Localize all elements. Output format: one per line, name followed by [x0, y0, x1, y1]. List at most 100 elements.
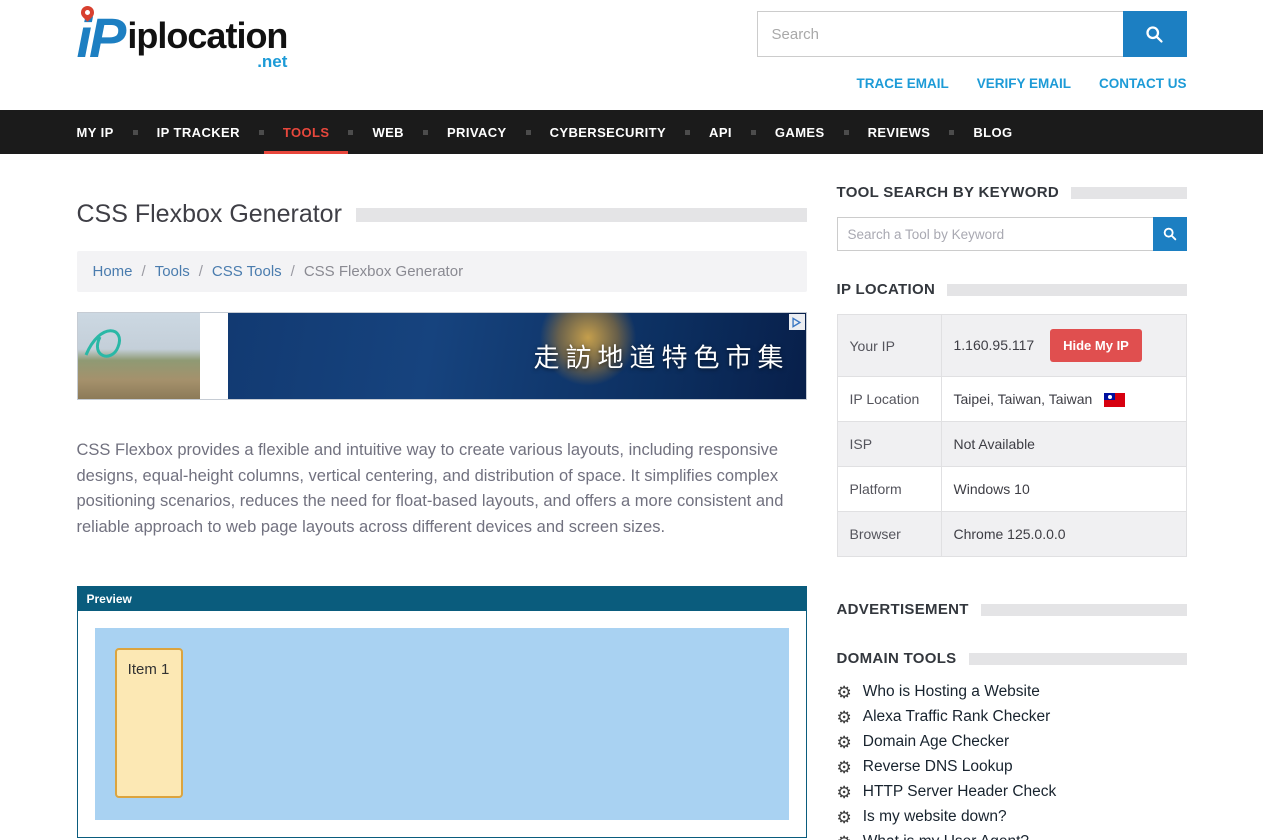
main-content: CSS Flexbox Generator Home / Tools / CSS Too…: [77, 184, 807, 840]
nav-item-tools[interactable]: TOOLS: [264, 110, 349, 154]
contact-us-link[interactable]: CONTACT US: [1099, 76, 1187, 91]
header-links: TRACE EMAIL VERIFY EMAIL CONTACT US: [757, 76, 1187, 91]
domain-tool-link[interactable]: Who is Hosting a Website: [863, 683, 1040, 701]
logo-word: iplocation: [127, 18, 287, 54]
domain-tools-list: ⚙ Who is Hosting a Website ⚙ Alexa Traff…: [837, 683, 1187, 840]
tool-description: CSS Flexbox provides a flexible and intu…: [77, 438, 807, 540]
ad-photo-main: 走訪地道特色市集: [228, 313, 806, 399]
nav-item-privacy[interactable]: PRIVACY: [428, 110, 526, 154]
your-ip-value-cell: 1.160.95.117 Hide My IP: [941, 315, 1186, 377]
search-icon: [1144, 24, 1165, 45]
location-pin-icon: [78, 3, 96, 21]
hide-my-ip-button[interactable]: Hide My IP: [1050, 329, 1142, 362]
list-item: ⚙ Domain Age Checker: [837, 733, 1187, 751]
nav-item-web[interactable]: WEB: [353, 110, 423, 154]
site-search-input[interactable]: [757, 11, 1123, 57]
breadcrumb-current: CSS Flexbox Generator: [304, 263, 463, 280]
browser-label: Browser: [837, 512, 941, 557]
gear-icon: ⚙: [837, 809, 852, 826]
your-ip-label: Your IP: [837, 315, 941, 377]
list-item: ⚙ Alexa Traffic Rank Checker: [837, 708, 1187, 726]
ad-gap: [200, 313, 228, 399]
list-item: ⚙ Reverse DNS Lookup: [837, 758, 1187, 776]
nav-item-ip-tracker[interactable]: IP TRACKER: [138, 110, 259, 154]
domain-tool-link[interactable]: HTTP Server Header Check: [863, 783, 1057, 801]
nav-item-games[interactable]: GAMES: [756, 110, 844, 154]
flexbox-preview: Preview Item 1: [77, 586, 807, 838]
table-row: Your IP 1.160.95.117 Hide My IP: [837, 315, 1186, 377]
domain-tool-link[interactable]: What is my User Agent?: [863, 833, 1029, 840]
ip-location-heading: IP LOCATION: [837, 281, 936, 298]
platform-value: Windows 10: [941, 467, 1186, 512]
nav-item-api[interactable]: API: [690, 110, 751, 154]
nav-item-blog[interactable]: BLOG: [954, 110, 1031, 154]
tool-search-input[interactable]: [837, 217, 1153, 251]
domain-tool-link[interactable]: Alexa Traffic Rank Checker: [863, 708, 1051, 726]
logo-suffix: .net: [257, 52, 287, 72]
ad-headline: 走訪地道特色市集: [533, 338, 789, 375]
breadcrumb-separator: /: [199, 263, 203, 280]
heading-decorative-bar: [1071, 187, 1187, 199]
ad-banner[interactable]: 走訪地道特色市集: [77, 312, 807, 400]
domain-tool-link[interactable]: Domain Age Checker: [863, 733, 1009, 751]
tool-search-heading: TOOL SEARCH BY KEYWORD: [837, 184, 1059, 201]
header-right: TRACE EMAIL VERIFY EMAIL CONTACT US: [757, 10, 1187, 91]
site-header: iP iplocation .net: [0, 0, 1263, 110]
site-search: [757, 11, 1187, 57]
site-search-button[interactable]: [1123, 11, 1187, 57]
gear-icon: ⚙: [837, 759, 852, 776]
your-ip-value: 1.160.95.117: [954, 337, 1035, 353]
domain-tool-link[interactable]: Is my website down?: [863, 808, 1007, 826]
list-item: ⚙ Who is Hosting a Website: [837, 683, 1187, 701]
gear-icon: ⚙: [837, 684, 852, 701]
breadcrumb: Home / Tools / CSS Tools / CSS Flexbox Generat…: [77, 251, 807, 292]
gear-icon: ⚙: [837, 834, 852, 840]
title-decorative-bar: [356, 208, 807, 222]
preview-flex-container: Item 1: [95, 628, 789, 820]
isp-value: Not Available: [941, 422, 1186, 467]
taiwan-flag-icon: [1104, 393, 1125, 407]
ad-decorative-squiggle: [78, 313, 200, 399]
adchoices-icon[interactable]: [789, 314, 805, 330]
heading-decorative-bar: [969, 653, 1187, 665]
ip-location-table: Your IP 1.160.95.117 Hide My IP IP Locat…: [837, 314, 1187, 557]
nav-item-reviews[interactable]: REVIEWS: [849, 110, 950, 154]
tool-search-button[interactable]: [1153, 217, 1187, 251]
preview-header-label: Preview: [78, 587, 806, 611]
table-row: ISP Not Available: [837, 422, 1186, 467]
browser-value: Chrome 125.0.0.0: [941, 512, 1186, 557]
breadcrumb-tools[interactable]: Tools: [155, 263, 190, 280]
domain-tools-heading: DOMAIN TOOLS: [837, 650, 957, 667]
tool-search: [837, 217, 1187, 251]
table-row: Browser Chrome 125.0.0.0: [837, 512, 1186, 557]
ip-location-value: Taipei, Taiwan, Taiwan: [954, 391, 1093, 407]
ip-location-value-cell: Taipei, Taiwan, Taiwan: [941, 377, 1186, 422]
search-icon: [1162, 226, 1178, 242]
verify-email-link[interactable]: VERIFY EMAIL: [977, 76, 1071, 91]
domain-tool-link[interactable]: Reverse DNS Lookup: [863, 758, 1013, 776]
ad-photo-left: [78, 313, 200, 399]
breadcrumb-separator: /: [291, 263, 295, 280]
nav-item-cybersecurity[interactable]: CYBERSECURITY: [531, 110, 685, 154]
table-row: Platform Windows 10: [837, 467, 1186, 512]
trace-email-link[interactable]: TRACE EMAIL: [856, 76, 948, 91]
nav-item-my-ip[interactable]: MY IP: [77, 110, 133, 154]
preview-flex-item[interactable]: Item 1: [115, 648, 183, 798]
heading-decorative-bar: [947, 284, 1186, 296]
breadcrumb-home[interactable]: Home: [93, 263, 133, 280]
advertisement-heading: ADVERTISEMENT: [837, 601, 969, 618]
gear-icon: ⚙: [837, 734, 852, 751]
gear-icon: ⚙: [837, 709, 852, 726]
list-item: ⚙ HTTP Server Header Check: [837, 783, 1187, 801]
gear-icon: ⚙: [837, 784, 852, 801]
breadcrumb-css-tools[interactable]: CSS Tools: [212, 263, 282, 280]
main-nav: MY IP IP TRACKER TOOLS WEB PRIVACY CYBER…: [0, 110, 1263, 154]
ip-location-label: IP Location: [837, 377, 941, 422]
page: iP iplocation .net: [0, 0, 1263, 840]
sidebar: TOOL SEARCH BY KEYWORD IP LOCATION: [837, 184, 1187, 840]
isp-label: ISP: [837, 422, 941, 467]
table-row: IP Location Taipei, Taiwan, Taiwan: [837, 377, 1186, 422]
breadcrumb-separator: /: [142, 263, 146, 280]
logo[interactable]: iP iplocation .net: [77, 10, 288, 91]
logo-text: iplocation .net: [127, 18, 287, 72]
